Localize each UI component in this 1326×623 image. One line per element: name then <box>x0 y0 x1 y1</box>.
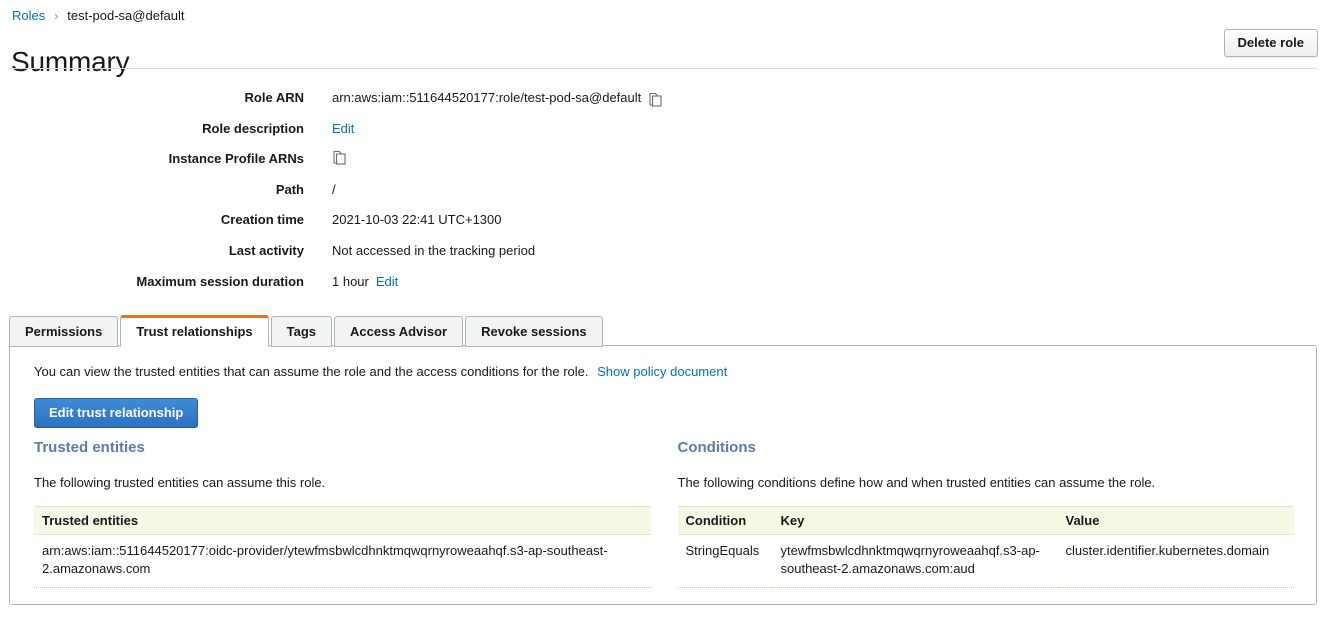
tab-access-advisor[interactable]: Access Advisor <box>334 316 464 347</box>
trusted-entities-subtitle: The following trusted entities can assum… <box>34 475 326 490</box>
table-row: arn:aws:iam::511644520177:oidc-provider/… <box>34 534 651 588</box>
tab-trust-relationships[interactable]: Trust relationships <box>120 315 269 347</box>
breadcrumb-separator-icon: › <box>54 9 59 23</box>
edit-trust-relationship-button[interactable]: Edit trust relationship <box>34 398 199 428</box>
condition-value-cell: cluster.identifier.kubernetes.domain <box>1057 534 1294 588</box>
detail-label-role-description: Role description <box>202 120 304 136</box>
tab-tags[interactable]: Tags <box>270 316 333 347</box>
header-divider <box>8 68 1318 69</box>
detail-value-role-arn: arn:aws:iam::511644520177:role/test-pod-… <box>332 88 663 108</box>
column-header-value: Value <box>1057 506 1294 535</box>
delete-role-button[interactable]: Delete role <box>1223 29 1318 57</box>
column-header-key: Key <box>772 506 1058 535</box>
tab-permissions[interactable]: Permissions <box>9 316 119 347</box>
detail-value-instance-profile-arns <box>332 149 347 165</box>
detail-row-last-activity: Last activity Not accessed in the tracki… <box>0 241 900 272</box>
detail-value-max-session-duration: 1 hour Edit <box>332 272 398 292</box>
condition-key-cell: ytewfmsbwlcdhnktmqwqrnyroweaahqf.s3-ap-s… <box>772 534 1058 588</box>
edit-role-description-link[interactable]: Edit <box>332 119 354 139</box>
max-session-duration-text: 1 hour <box>332 273 369 289</box>
detail-row-role-description: Role description Edit <box>0 119 900 150</box>
conditions-subtitle: The following conditions define how and … <box>677 475 1156 490</box>
detail-value-last-activity: Not accessed in the tracking period <box>332 242 536 258</box>
detail-label-creation-time: Creation time <box>220 212 304 228</box>
detail-value-role-description: Edit <box>332 119 354 139</box>
table-header-row: Trusted entities <box>34 506 651 535</box>
condition-operator-cell: StringEquals <box>677 534 773 588</box>
trusted-entities-table: Trusted entities arn:aws:iam::5116445201… <box>34 506 651 588</box>
page-title: Summary <box>11 45 130 77</box>
breadcrumb-link-roles[interactable]: Roles <box>12 8 45 23</box>
detail-row-path: Path / <box>0 180 900 211</box>
edit-max-session-duration-link[interactable]: Edit <box>376 272 398 292</box>
trusted-entity-arn-cell: arn:aws:iam::511644520177:oidc-provider/… <box>34 534 651 588</box>
tab-bar: Permissions Trust relationships Tags Acc… <box>9 314 603 347</box>
detail-value-path: / <box>332 181 336 197</box>
detail-label-role-arn: Role ARN <box>244 90 304 105</box>
trusted-entities-section: Trusted entities The following trusted e… <box>34 438 651 588</box>
detail-row-role-arn: Role ARN arn:aws:iam::511644520177:role/… <box>0 88 900 119</box>
role-arn-text: arn:aws:iam::511644520177:role/test-pod-… <box>332 90 642 105</box>
panel-intro: You can view the trusted entities that c… <box>34 363 727 381</box>
conditions-heading: Conditions <box>677 439 756 456</box>
column-header-condition: Condition <box>677 506 773 535</box>
detail-label-path: Path <box>275 181 304 197</box>
show-policy-document-link[interactable]: Show policy document <box>597 364 727 379</box>
detail-row-max-session-duration: Maximum session duration 1 hour Edit <box>0 272 900 303</box>
copy-icon[interactable] <box>648 92 663 107</box>
detail-label-last-activity: Last activity <box>228 242 304 258</box>
panel-columns: Trusted entities The following trusted e… <box>34 438 1294 588</box>
conditions-table: Condition Key Value StringEquals ytewfms… <box>677 506 1294 588</box>
tab-revoke-sessions[interactable]: Revoke sessions <box>465 316 603 347</box>
breadcrumb: Roles › test-pod-sa@default <box>12 8 185 24</box>
panel-intro-text: You can view the trusted entities that c… <box>34 364 589 379</box>
table-header-row: Condition Key Value <box>677 506 1294 535</box>
copy-icon[interactable] <box>332 150 347 165</box>
table-row: StringEquals ytewfmsbwlcdhnktmqwqrnyrowe… <box>677 534 1294 588</box>
detail-row-creation-time: Creation time 2021-10-03 22:41 UTC+1300 <box>0 210 900 241</box>
detail-label-instance-profile-arns: Instance Profile ARNs <box>168 151 304 167</box>
trust-relationships-panel: You can view the trusted entities that c… <box>9 345 1317 605</box>
iam-role-summary-page: Roles › test-pod-sa@default Summary Delete… <box>0 0 1326 623</box>
conditions-section: Conditions The following conditions defi… <box>677 438 1294 588</box>
trusted-entities-heading: Trusted entities <box>34 439 145 456</box>
detail-value-creation-time: 2021-10-03 22:41 UTC+1300 <box>332 212 502 228</box>
detail-row-instance-profile-arns: Instance Profile ARNs <box>0 149 900 180</box>
role-details-list: Role ARN arn:aws:iam::511644520177:role/… <box>0 88 900 302</box>
breadcrumb-current: test-pod-sa@default <box>67 8 185 23</box>
column-header-trusted-entities: Trusted entities <box>34 506 651 535</box>
detail-label-max-session-duration: Maximum session duration <box>136 273 304 289</box>
